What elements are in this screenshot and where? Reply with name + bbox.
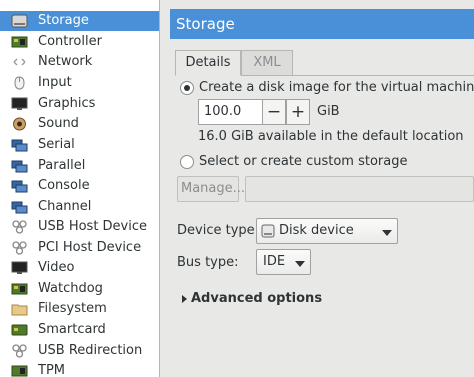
sidebar-item-sound[interactable]: Sound bbox=[0, 114, 159, 134]
sidebar-item-label: Graphics bbox=[38, 96, 96, 111]
sidebar-item-label: Parallel bbox=[38, 158, 86, 173]
tpm-icon bbox=[11, 363, 28, 377]
sidebar-item-serial[interactable]: Serial bbox=[0, 135, 159, 155]
create-disk-label[interactable]: Create a disk image for the virtual mach… bbox=[199, 80, 474, 95]
bus-type-select[interactable]: IDE bbox=[256, 249, 311, 275]
sidebar-item-filesystem[interactable]: Filesystem bbox=[0, 299, 159, 319]
sidebar-item-label: Video bbox=[38, 260, 75, 275]
custom-storage-label[interactable]: Select or create custom storage bbox=[199, 154, 407, 169]
sidebar-item-watchdog[interactable]: Watchdog bbox=[0, 279, 159, 299]
monitor-icon bbox=[11, 96, 28, 112]
sidebar-item-label: USB Host Device bbox=[38, 219, 148, 234]
parallel-port-icon bbox=[11, 158, 28, 174]
main-panel: Storage Details XML Create a disk image … bbox=[161, 0, 474, 377]
chevron-down-icon bbox=[295, 261, 305, 267]
sidebar-item-usb-host-device[interactable]: USB Host Device bbox=[0, 217, 159, 237]
sidebar-item-label: Channel bbox=[38, 199, 92, 214]
manage-button[interactable]: Manage... bbox=[177, 176, 245, 202]
console-icon bbox=[11, 178, 28, 194]
device-type-label: Device type: bbox=[177, 223, 260, 238]
sidebar-item-label: Sound bbox=[38, 116, 79, 131]
create-disk-radio[interactable] bbox=[180, 81, 194, 95]
disk-size-input[interactable]: 100.0 bbox=[198, 99, 262, 125]
sidebar-item-parallel[interactable]: Parallel bbox=[0, 156, 159, 176]
sidebar-item-usb-redirection[interactable]: USB Redirection bbox=[0, 341, 159, 361]
video-icon bbox=[11, 260, 28, 276]
device-type-select[interactable]: Disk device bbox=[256, 218, 398, 244]
sidebar-item-label: Network bbox=[38, 54, 93, 69]
sidebar-item-console[interactable]: Console bbox=[0, 176, 159, 196]
sidebar-item-label: TPM bbox=[38, 363, 65, 377]
sidebar-item-label: Watchdog bbox=[38, 281, 103, 296]
sidebar-item-graphics[interactable]: Graphics bbox=[0, 94, 159, 114]
sidebar-item-label: USB Redirection bbox=[38, 343, 143, 358]
tab-xml[interactable]: XML bbox=[241, 50, 293, 76]
network-icon bbox=[11, 54, 28, 70]
advanced-options-label: Advanced options bbox=[191, 291, 323, 306]
speaker-icon bbox=[11, 116, 28, 132]
usb-icon bbox=[11, 219, 28, 235]
sidebar-item-label: Storage bbox=[38, 13, 89, 28]
device-type-value: Disk device bbox=[279, 223, 354, 238]
disk-device-icon bbox=[261, 224, 275, 242]
sidebar-item-controller[interactable]: Controller bbox=[0, 32, 159, 52]
expander-arrow-icon bbox=[182, 295, 187, 303]
page-title: Storage bbox=[176, 15, 235, 33]
decrease-size-button[interactable]: − bbox=[262, 99, 286, 125]
sidebar-item-label: Console bbox=[38, 178, 90, 193]
serial-port-icon bbox=[11, 137, 28, 153]
sidebar-item-label: Smartcard bbox=[38, 322, 106, 337]
sidebar-item-tpm[interactable]: TPM bbox=[0, 361, 159, 377]
sidebar-item-input[interactable]: Input bbox=[0, 73, 159, 93]
folder-icon bbox=[11, 301, 28, 317]
tab-details[interactable]: Details bbox=[175, 50, 241, 76]
custom-storage-radio[interactable] bbox=[180, 155, 194, 169]
smartcard-icon bbox=[11, 322, 28, 338]
page-header: Storage bbox=[170, 9, 474, 39]
sidebar-item-network[interactable]: Network bbox=[0, 52, 159, 72]
usb-redirection-icon bbox=[11, 343, 28, 359]
sidebar-item-label: Input bbox=[38, 75, 72, 90]
sidebar-item-label: PCI Host Device bbox=[38, 240, 142, 255]
sidebar-item-storage[interactable]: Storage bbox=[0, 11, 159, 31]
sidebar-item-label: Controller bbox=[38, 34, 102, 49]
size-unit-label: GiB bbox=[317, 104, 340, 119]
pci-icon bbox=[11, 240, 28, 256]
sidebar: Storage Controller Network Input Graphic… bbox=[0, 0, 160, 377]
controller-icon bbox=[11, 34, 28, 50]
sidebar-item-smartcard[interactable]: Smartcard bbox=[0, 320, 159, 340]
bus-type-value: IDE bbox=[263, 254, 286, 269]
watchdog-icon bbox=[11, 281, 28, 297]
sidebar-item-channel[interactable]: Channel bbox=[0, 197, 159, 217]
available-space-text: 16.0 GiB available in the default locati… bbox=[198, 129, 464, 144]
sidebar-item-label: Filesystem bbox=[38, 301, 107, 316]
sidebar-item-label: Serial bbox=[38, 137, 75, 152]
harddisk-icon bbox=[11, 13, 28, 29]
sidebar-item-video[interactable]: Video bbox=[0, 258, 159, 278]
keyboard-icon bbox=[11, 75, 28, 91]
increase-size-button[interactable]: + bbox=[286, 99, 310, 125]
bus-type-label: Bus type: bbox=[177, 255, 239, 270]
chevron-down-icon bbox=[382, 230, 392, 236]
sidebar-item-pci-host-device[interactable]: PCI Host Device bbox=[0, 238, 159, 258]
channel-icon bbox=[11, 199, 28, 215]
storage-path-input[interactable] bbox=[245, 176, 474, 202]
